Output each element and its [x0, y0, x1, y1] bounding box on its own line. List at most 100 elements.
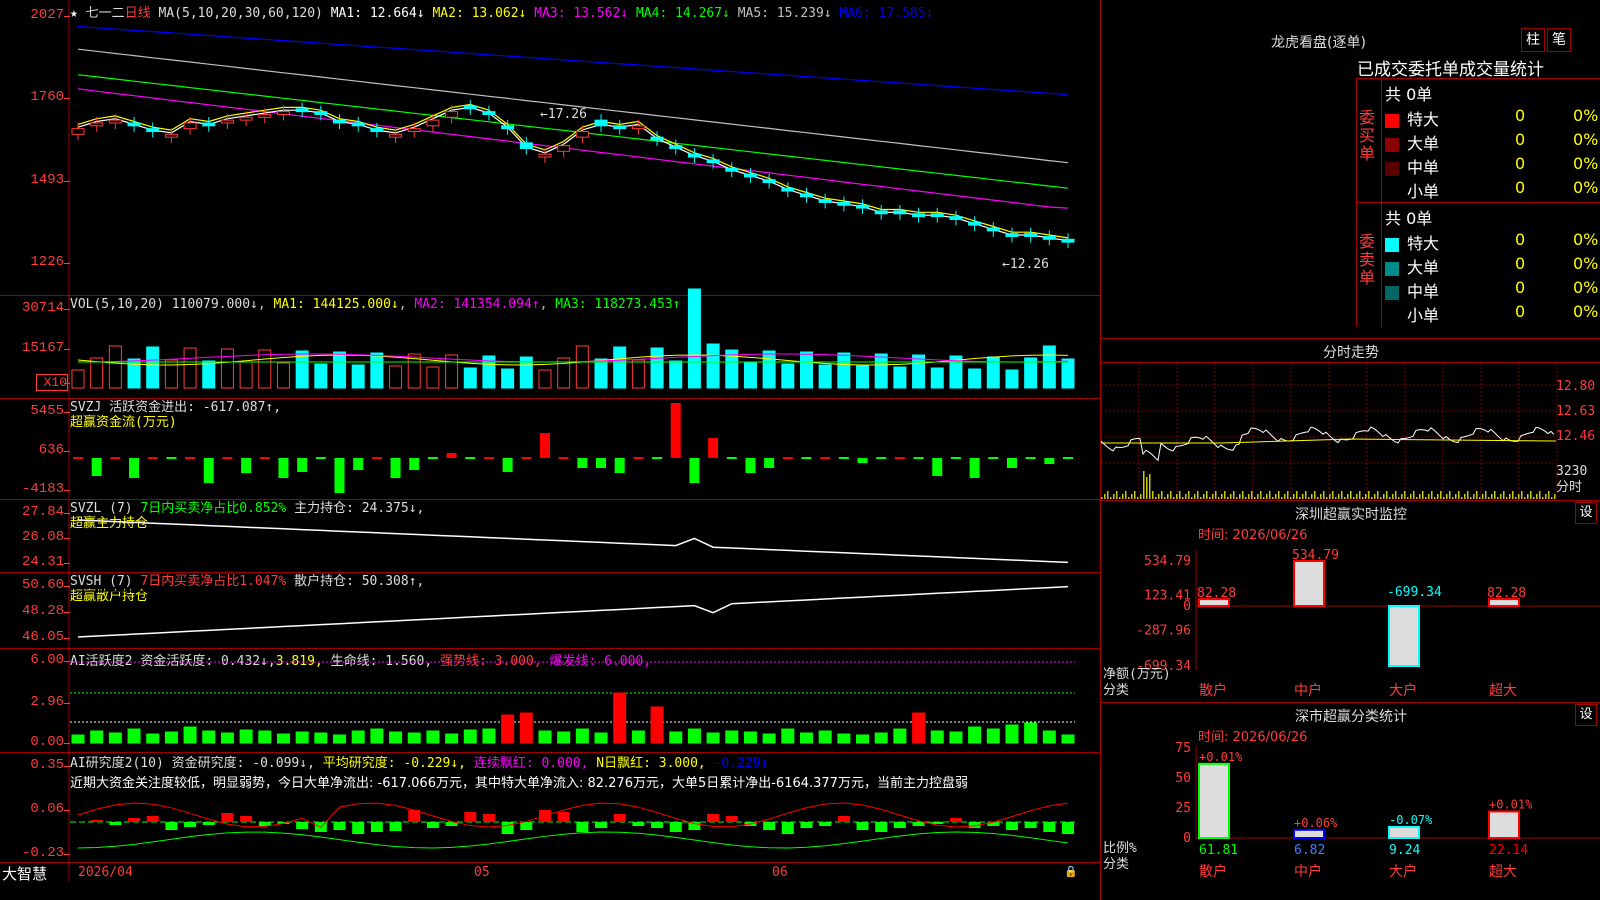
price-axis-label-2: 1493: [30, 172, 64, 188]
ai2-bar: [184, 822, 197, 827]
svzj-bar: [838, 457, 849, 459]
ai2-bar: [333, 822, 346, 830]
candle-body: [220, 119, 234, 124]
ai1-bar: [71, 734, 85, 744]
candle-body: [725, 167, 739, 172]
volume-bar: [333, 351, 347, 389]
minute-vol-bar: [1218, 497, 1220, 499]
monitor-settings-button[interactable]: 设: [1575, 502, 1597, 524]
volume-bar: [351, 364, 365, 389]
volume-bar: [1042, 345, 1056, 389]
candle-body: [650, 136, 664, 141]
minute-vol-bar: [1482, 494, 1484, 499]
ai2-bar: [352, 822, 365, 834]
ai2-bar: [109, 822, 122, 825]
svzj-bar: [988, 457, 999, 459]
minute-vol-bar: [1284, 494, 1286, 499]
svzj-bar: [876, 457, 887, 459]
main-chart-area[interactable]: ★ 七一二日线 MA(5,10,20,30,60,120) MA1: 12.66…: [0, 0, 1100, 882]
ai1-bar: [930, 730, 944, 744]
minute-vol-bar: [1434, 497, 1436, 499]
svzj-bar: [465, 457, 476, 459]
ai1-bar: [202, 730, 216, 744]
sell-name: 小单: [1407, 306, 1440, 325]
minute-vol-bar: [1419, 494, 1421, 499]
svzj-axis-label-0: 5455: [30, 403, 64, 419]
minute-vol-bar: [1179, 491, 1181, 499]
svzj-bar: [147, 457, 158, 459]
svzj-bar: [334, 458, 345, 493]
minute-vol-bar: [1491, 494, 1493, 499]
classify-settings-button[interactable]: 设: [1575, 704, 1597, 726]
minute-vol-bar: [1146, 477, 1148, 499]
ai2-bar: [819, 822, 832, 826]
svzj-bar: [446, 453, 457, 458]
minute-vol-bar: [1299, 497, 1301, 499]
classify-title: 深市超赢分类统计: [1295, 709, 1407, 725]
minute-vol-bar: [1389, 497, 1391, 499]
minute-vol-bar: [1506, 497, 1508, 499]
ai1-bar: [1061, 734, 1075, 744]
candle-body: [912, 213, 926, 218]
buy-row: 大单 0 0%: [1385, 130, 1600, 154]
candle-body: [706, 159, 720, 164]
svzj-bar: [1025, 457, 1036, 459]
svzj-bar: [521, 457, 532, 459]
candle-body: [164, 133, 178, 138]
svzj-bar: [203, 458, 214, 483]
svzj-bar: [222, 457, 233, 459]
color-swatch-icon: [1385, 185, 1399, 200]
ma1-line: [77, 106, 1069, 242]
volume-bar: [856, 365, 870, 389]
sell-pct: 0%: [1573, 302, 1599, 321]
minute-vol-bar: [1452, 497, 1454, 499]
ai1-bar: [743, 731, 757, 744]
ai1-bar: [463, 729, 477, 744]
minute-vol-bar: [1296, 491, 1298, 499]
color-swatch-icon: [1385, 237, 1399, 252]
volume-bar: [276, 362, 290, 389]
sell-row: 中单 0 0%: [1385, 278, 1600, 302]
candle-body: [183, 122, 197, 130]
svzj-bar: [932, 458, 943, 476]
ai1-bar: [295, 731, 309, 744]
candle-body: [202, 122, 216, 127]
volume-bar: [314, 363, 328, 389]
ai2-bar: [1043, 822, 1056, 832]
buy-pct: 0%: [1573, 154, 1599, 173]
minute-vol-bar: [1323, 491, 1325, 499]
classify-value-label: 61.81: [1199, 843, 1238, 858]
main-chart-svg: ←17.26 ←12.26: [68, 0, 1075, 882]
minute-vol-bar: [1221, 494, 1223, 499]
svzj-bar: [745, 458, 756, 473]
tick-view-button[interactable]: 笔: [1547, 28, 1571, 52]
minute-vol-bar: [1266, 494, 1268, 499]
ai1-bar: [258, 730, 272, 744]
svzj-bar: [969, 458, 980, 478]
ai1-bar: [183, 726, 197, 744]
minute-vol-bar: [1530, 491, 1532, 499]
candle-body: [127, 122, 141, 127]
ai2-bar: [781, 822, 794, 834]
svsh-axis-label-1: 48.28: [21, 603, 64, 619]
volume-bar: [575, 345, 589, 389]
minute-vol-bar: [1428, 494, 1430, 499]
volume-bar: [108, 345, 122, 389]
svzj-bar: [539, 433, 550, 458]
svzj-bar: [801, 457, 812, 459]
candle-body: [669, 145, 683, 150]
minute-chart[interactable]: 12.80 12.63 12.46 3230分时: [1101, 363, 1600, 501]
minute-vol-bar: [1338, 494, 1340, 499]
minute-vol-bar: [1209, 497, 1211, 499]
ai2-bar: [707, 814, 720, 822]
ai1-bar: [482, 728, 496, 744]
bar-view-button[interactable]: 柱: [1521, 28, 1545, 52]
volume-bar: [912, 354, 926, 389]
volume-bar: [874, 353, 888, 389]
candle-body: [519, 142, 533, 150]
candle-body: [146, 128, 160, 132]
ai2-bar: [1062, 822, 1074, 834]
minute-vol-bar: [1224, 491, 1226, 499]
minute-vol-bar: [1392, 494, 1394, 499]
svzj-bar: [913, 457, 924, 459]
